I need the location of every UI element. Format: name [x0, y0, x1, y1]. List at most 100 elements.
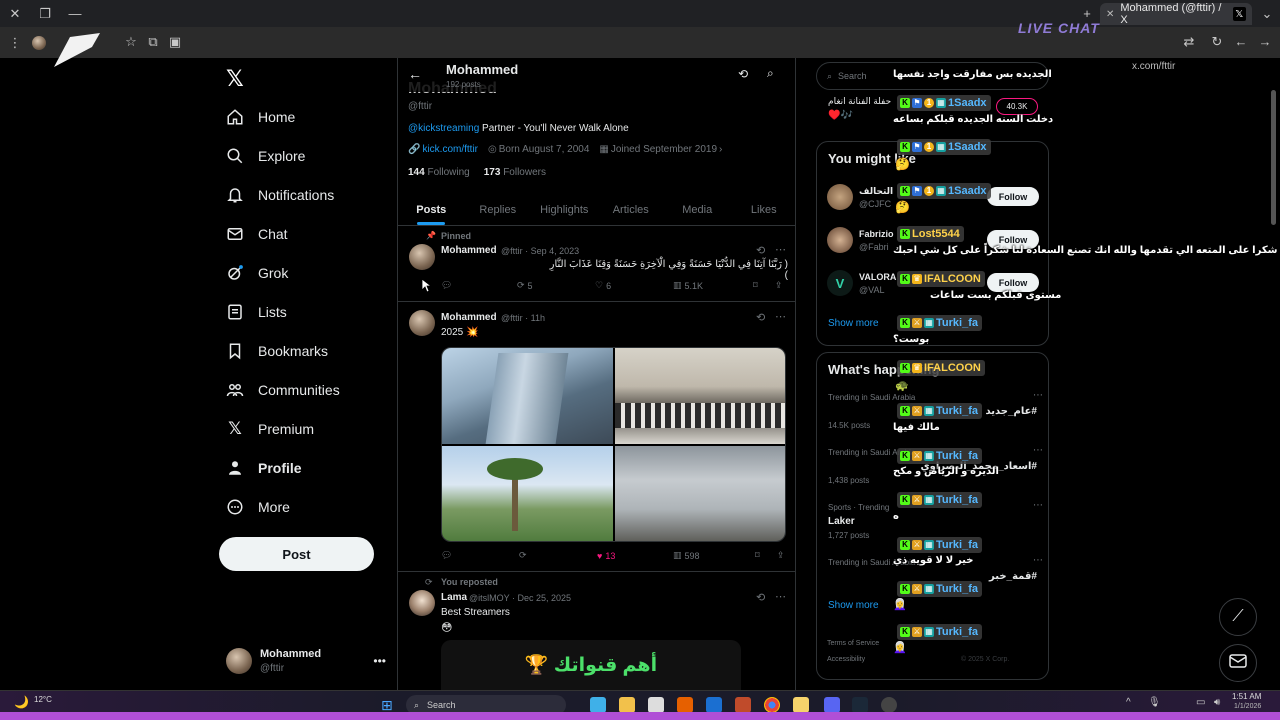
tweet-image-banner[interactable]: أهم قنواتك 🏆	[441, 640, 741, 690]
volume-icon[interactable]: 🔊︎	[1214, 697, 1220, 708]
tab-media[interactable]: Media	[664, 194, 731, 225]
more-dots-icon[interactable]: ⋯	[1033, 500, 1043, 511]
account-switcher[interactable]: Mohammed @fttir •••	[226, 641, 386, 681]
nav-premium[interactable]: 𝕏 Premium	[226, 409, 314, 448]
repost-button[interactable]: ⟳ 5	[517, 280, 595, 291]
copilot-icon[interactable]	[590, 697, 606, 713]
bookmark-icon[interactable]: ⌑	[755, 550, 777, 561]
share-icon[interactable]: ⇪	[775, 280, 783, 291]
photo-tower[interactable]	[442, 348, 613, 444]
more-dots-icon[interactable]: ⋯	[775, 243, 786, 256]
avatar[interactable]	[409, 590, 435, 616]
back-arrow-icon[interactable]: ←	[408, 66, 422, 82]
network-icon[interactable]: ▭	[1196, 697, 1205, 708]
tab-list-icon[interactable]: ⌄	[1252, 4, 1280, 24]
menu-icon[interactable]: ⋮	[0, 33, 30, 53]
mic-icon[interactable]: 🎙︎	[1148, 697, 1161, 708]
tweet-author[interactable]: Lama	[441, 592, 467, 603]
outlook-icon[interactable]	[706, 697, 722, 713]
chevron-up-icon[interactable]: ^	[1126, 697, 1131, 708]
post-button[interactable]: Post	[219, 537, 374, 571]
reply-button[interactable]: 💬︎	[441, 280, 517, 291]
more-dots-icon[interactable]: •••	[373, 654, 386, 668]
chrome-icon[interactable]	[764, 697, 780, 713]
followers-link[interactable]: 173 Followers	[484, 167, 546, 178]
photo-palm[interactable]	[442, 446, 613, 541]
grok-icon[interactable]: ⟲	[756, 591, 765, 604]
nav-explore[interactable]: Explore	[226, 136, 305, 175]
nav-home[interactable]: Home	[226, 97, 295, 136]
minimize-window-icon[interactable]: —	[60, 4, 90, 24]
bookmark-icon[interactable]: ⌑	[753, 280, 775, 291]
reply-button[interactable]: 💬︎	[441, 550, 519, 561]
show-more-link[interactable]: Show more	[828, 600, 879, 611]
grok-analyze-icon[interactable]: ⟲	[738, 67, 748, 81]
tweet-author[interactable]: Mohammed	[441, 312, 497, 323]
grok-icon[interactable]: ⟲	[756, 244, 765, 257]
avatar[interactable]	[409, 244, 435, 270]
photo-mosque[interactable]	[615, 348, 785, 444]
close-tab-icon[interactable]: ✕	[1106, 9, 1114, 20]
messages-float-button[interactable]	[1219, 644, 1257, 682]
more-dots-icon[interactable]: ⋯	[775, 590, 786, 603]
page-scrollbar[interactable]	[1270, 60, 1278, 688]
firefox-icon[interactable]	[677, 697, 693, 713]
browser-tab[interactable]: ✕ Mohammed (@fttir) / X 𝕏	[1100, 2, 1252, 26]
profile-avatar-icon[interactable]	[32, 35, 46, 50]
search-icon[interactable]: ⌕	[767, 66, 774, 81]
bio-mention[interactable]: @kickstreaming	[408, 123, 479, 134]
show-more-link[interactable]: Show more	[828, 318, 879, 329]
views-button[interactable]: ▥ 598	[673, 550, 755, 561]
clock-date[interactable]: 1/1/2026	[1234, 703, 1261, 710]
nav-communities[interactable]: Communities	[226, 370, 340, 409]
translate-icon[interactable]: ⇄	[1174, 32, 1204, 52]
file-explorer-icon[interactable]	[619, 697, 635, 713]
grok-float-button[interactable]: ⟋	[1219, 598, 1257, 636]
adobe-icon[interactable]	[735, 697, 751, 713]
folder-icon[interactable]	[793, 697, 809, 713]
tweet-photos[interactable]: Mohammed @fttir · 11h ⟲ ⋯ 2025 💥 💬︎ ⟳ ♥ 1…	[398, 302, 795, 572]
like-button[interactable]: ♥ 13	[597, 550, 673, 561]
restore-window-icon[interactable]: ❐	[30, 4, 60, 24]
photo-clouds[interactable]	[615, 446, 785, 541]
more-dots-icon[interactable]: ⋯	[1033, 555, 1043, 566]
nav-chat[interactable]: Chat	[226, 214, 288, 253]
grok-icon[interactable]: ⟲	[756, 311, 765, 324]
footer-accessibility[interactable]: Accessibility	[827, 656, 865, 663]
more-dots-icon[interactable]: ⋯	[1033, 390, 1043, 401]
repost-button[interactable]: ⟳	[519, 550, 597, 561]
profile-link[interactable]: kick.com/fttir	[422, 144, 478, 155]
tweet-repost[interactable]: ⟳ You reposted Lama @itslMOY · Dec 25, 2…	[398, 572, 795, 690]
tab-highlights[interactable]: Highlights	[531, 194, 598, 225]
tab-posts[interactable]: Posts	[398, 194, 465, 225]
forward-icon[interactable]: →	[1250, 32, 1280, 52]
tab-replies[interactable]: Replies	[465, 194, 532, 225]
screenshot-icon[interactable]: ▣	[160, 32, 190, 52]
steam-icon[interactable]	[852, 697, 868, 713]
views-button[interactable]: ▥ 5.1K	[673, 280, 753, 291]
footer-terms[interactable]: Terms of Service	[827, 640, 879, 647]
nav-bookmarks[interactable]: Bookmarks	[226, 331, 328, 370]
follow-button[interactable]: Follow	[987, 187, 1039, 206]
tweet-author[interactable]: Mohammed	[441, 245, 497, 256]
following-link[interactable]: 144 Following	[408, 167, 470, 178]
discord-icon[interactable]	[824, 697, 840, 713]
nav-notifications[interactable]: Notifications	[226, 175, 334, 214]
tweet-pinned[interactable]: 📌 Pinned Mohammed @fttir · Sep 4, 2023 ⟲…	[398, 226, 795, 302]
tab-articles[interactable]: Articles	[598, 194, 665, 225]
like-button[interactable]: ♡ 6	[595, 280, 673, 291]
live-event-title[interactable]: حفلة الفنانة انغام	[828, 96, 891, 107]
nav-grok[interactable]: Grok	[226, 253, 288, 292]
clock-time[interactable]: 1:51 AM	[1232, 692, 1261, 701]
nav-more[interactable]: More	[226, 487, 290, 526]
avatar[interactable]	[409, 310, 435, 336]
nav-profile[interactable]: Profile	[226, 448, 302, 487]
tab-likes[interactable]: Likes	[731, 194, 796, 225]
nav-lists[interactable]: Lists	[226, 292, 287, 331]
close-window-icon[interactable]: ✕	[0, 4, 30, 24]
address-bar[interactable]: x.com/fttir	[1132, 61, 1175, 72]
store-icon[interactable]	[648, 697, 664, 713]
more-dots-icon[interactable]: ⋯	[1033, 445, 1043, 456]
more-dots-icon[interactable]: ⋯	[775, 310, 786, 323]
x-logo-icon[interactable]: 𝕏	[226, 66, 244, 92]
